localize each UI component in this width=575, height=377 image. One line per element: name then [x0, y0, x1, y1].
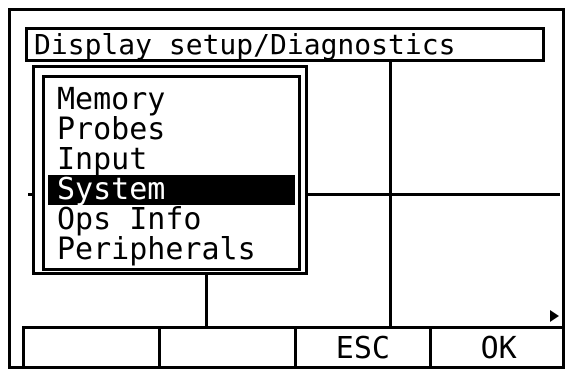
vertical-grid-line-right [389, 62, 392, 326]
triangle-marker-icon [550, 310, 559, 322]
ok-button[interactable]: OK [432, 329, 565, 369]
device-screen: Display setup/Diagnostics Memory Probes … [0, 0, 575, 377]
menu-item-memory[interactable]: Memory [48, 85, 295, 115]
esc-button[interactable]: ESC [297, 329, 433, 369]
menu-list: Memory Probes Input System Ops Info Peri… [48, 85, 295, 265]
title-bar: Display setup/Diagnostics [25, 27, 545, 62]
softkey-bar: ESC OK [22, 326, 565, 369]
softkey-2[interactable] [161, 329, 297, 369]
menu-item-probes[interactable]: Probes [48, 115, 295, 145]
diagnostics-menu: Memory Probes Input System Ops Info Peri… [42, 75, 301, 271]
page-title: Display setup/Diagnostics [34, 28, 456, 61]
menu-item-ops-info[interactable]: Ops Info [48, 205, 295, 235]
softkey-1[interactable] [22, 329, 161, 369]
menu-item-peripherals[interactable]: Peripherals [48, 235, 295, 265]
menu-item-input[interactable]: Input [48, 145, 295, 175]
menu-item-system[interactable]: System [48, 175, 295, 205]
